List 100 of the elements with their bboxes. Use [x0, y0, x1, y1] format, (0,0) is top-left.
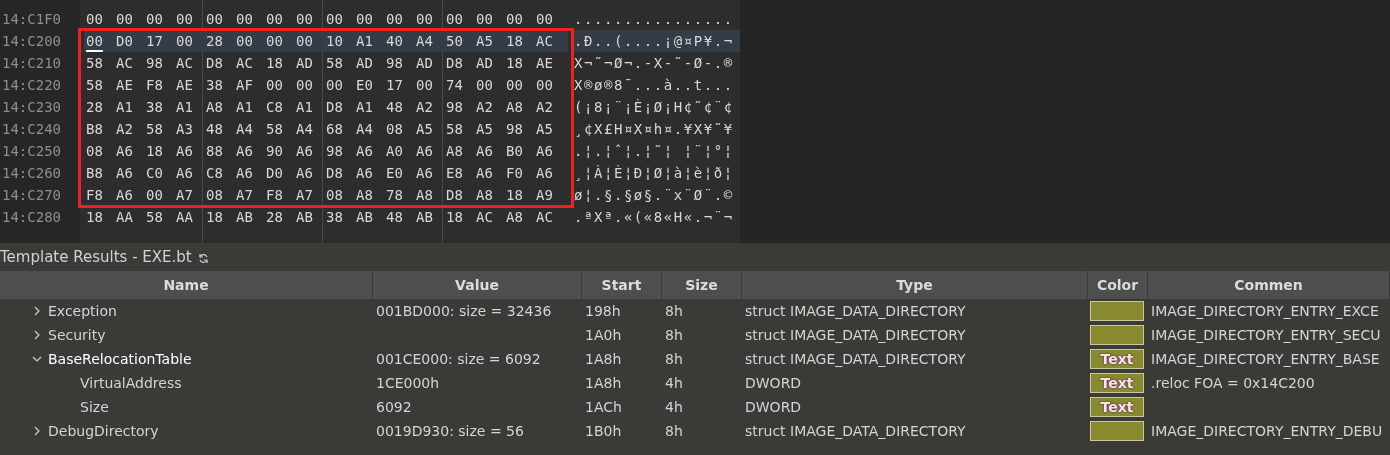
- column-header[interactable]: Type: [742, 271, 1088, 299]
- hex-byte[interactable]: 18: [144, 140, 174, 162]
- hex-byte[interactable]: AD: [354, 52, 384, 74]
- hex-byte[interactable]: 18: [204, 206, 234, 228]
- hex-byte[interactable]: A8: [444, 140, 474, 162]
- hex-byte[interactable]: 98: [504, 118, 534, 140]
- field-name[interactable]: BaseRelocationTable: [48, 351, 192, 367]
- refresh-icon[interactable]: [197, 252, 209, 264]
- hex-byte[interactable]: A6: [114, 140, 144, 162]
- hex-byte[interactable]: A0: [384, 140, 414, 162]
- hex-byte[interactable]: 38: [144, 96, 174, 118]
- hex-byte[interactable]: 58: [324, 52, 354, 74]
- hex-byte[interactable]: AC: [534, 206, 564, 228]
- hex-byte[interactable]: A6: [354, 162, 384, 184]
- hex-byte[interactable]: 98: [324, 140, 354, 162]
- hex-byte[interactable]: 00: [294, 8, 324, 30]
- ascii-text[interactable]: .¦.¦ˆ¦.¦˜¦ ¦¨¦°¦: [574, 143, 734, 159]
- chevron-down-icon[interactable]: [32, 354, 42, 364]
- hex-byte[interactable]: 00: [144, 184, 174, 206]
- hex-byte[interactable]: AA: [174, 206, 204, 228]
- chevron-right-icon[interactable]: [32, 306, 42, 316]
- hex-byte[interactable]: 58: [144, 118, 174, 140]
- field-name[interactable]: VirtualAddress: [80, 375, 182, 391]
- hex-byte[interactable]: 40: [384, 30, 414, 52]
- field-name[interactable]: Security: [48, 327, 106, 343]
- hex-byte[interactable]: 98: [144, 52, 174, 74]
- hex-byte[interactable]: A5: [534, 118, 564, 140]
- hex-byte[interactable]: 00: [84, 30, 114, 52]
- ascii-text[interactable]: ................: [574, 11, 734, 27]
- hex-byte[interactable]: 00: [534, 74, 564, 96]
- hex-byte[interactable]: 00: [114, 8, 144, 30]
- hex-byte[interactable]: D8: [324, 96, 354, 118]
- hex-byte[interactable]: 08: [384, 118, 414, 140]
- hex-byte[interactable]: 28: [84, 96, 114, 118]
- color-swatch[interactable]: [1090, 325, 1144, 345]
- hex-byte[interactable]: A1: [174, 96, 204, 118]
- hex-byte[interactable]: 58: [444, 118, 474, 140]
- hex-byte[interactable]: A4: [294, 118, 324, 140]
- color-swatch[interactable]: [1090, 301, 1144, 321]
- hex-byte[interactable]: A1: [354, 96, 384, 118]
- hex-byte[interactable]: 28: [264, 206, 294, 228]
- hex-byte[interactable]: 17: [384, 74, 414, 96]
- hex-byte[interactable]: 18: [504, 52, 534, 74]
- hex-byte[interactable]: A6: [294, 140, 324, 162]
- hex-byte[interactable]: 00: [264, 30, 294, 52]
- color-swatch[interactable]: [1090, 421, 1144, 441]
- hex-byte[interactable]: A4: [414, 30, 444, 52]
- hex-byte[interactable]: A6: [474, 162, 504, 184]
- hex-byte[interactable]: A1: [354, 30, 384, 52]
- hex-byte[interactable]: 00: [84, 8, 114, 30]
- hex-byte[interactable]: 58: [144, 206, 174, 228]
- hex-byte[interactable]: 00: [384, 8, 414, 30]
- column-header[interactable]: Commen: [1148, 271, 1390, 299]
- hex-byte[interactable]: A5: [474, 118, 504, 140]
- hex-byte[interactable]: 00: [144, 8, 174, 30]
- hex-byte[interactable]: A8: [414, 184, 444, 206]
- hex-byte[interactable]: 00: [264, 74, 294, 96]
- hex-byte[interactable]: 00: [534, 8, 564, 30]
- hex-byte[interactable]: AC: [534, 30, 564, 52]
- hex-byte[interactable]: 50: [444, 30, 474, 52]
- hex-byte[interactable]: 00: [354, 8, 384, 30]
- hex-byte[interactable]: 00: [174, 8, 204, 30]
- field-name[interactable]: Size: [80, 399, 109, 415]
- hex-byte[interactable]: AB: [354, 206, 384, 228]
- hex-byte[interactable]: AE: [534, 52, 564, 74]
- hex-byte[interactable]: B8: [84, 118, 114, 140]
- hex-byte[interactable]: D0: [114, 30, 144, 52]
- hex-byte[interactable]: AB: [294, 206, 324, 228]
- hex-byte[interactable]: A7: [294, 184, 324, 206]
- hex-byte[interactable]: C0: [144, 162, 174, 184]
- hex-byte[interactable]: A5: [474, 30, 504, 52]
- hex-byte[interactable]: A8: [354, 184, 384, 206]
- hex-byte[interactable]: 68: [324, 118, 354, 140]
- hex-byte[interactable]: 00: [444, 8, 474, 30]
- hex-byte[interactable]: B8: [84, 162, 114, 184]
- hex-byte[interactable]: 10: [324, 30, 354, 52]
- hex-byte[interactable]: 78: [384, 184, 414, 206]
- hex-byte[interactable]: A1: [234, 96, 264, 118]
- hex-byte[interactable]: 00: [324, 8, 354, 30]
- hex-byte[interactable]: A7: [234, 184, 264, 206]
- hex-byte[interactable]: 28: [204, 30, 234, 52]
- ascii-text[interactable]: (¡8¡¨¡È¡Ø¡H¢˜¢¨¢: [574, 99, 734, 115]
- hex-byte[interactable]: 88: [204, 140, 234, 162]
- hex-byte[interactable]: AD: [294, 52, 324, 74]
- hex-byte[interactable]: 48: [384, 206, 414, 228]
- hex-byte[interactable]: A8: [504, 96, 534, 118]
- column-header[interactable]: Color: [1088, 271, 1148, 299]
- hex-byte[interactable]: 00: [414, 8, 444, 30]
- hex-byte[interactable]: 98: [444, 96, 474, 118]
- hex-byte[interactable]: A4: [234, 118, 264, 140]
- hex-byte[interactable]: 00: [234, 8, 264, 30]
- hex-byte[interactable]: 00: [294, 30, 324, 52]
- hex-byte[interactable]: AE: [174, 74, 204, 96]
- hex-byte[interactable]: 00: [204, 8, 234, 30]
- field-name[interactable]: Exception: [48, 303, 117, 319]
- hex-byte[interactable]: AC: [174, 52, 204, 74]
- hex-byte[interactable]: 00: [504, 74, 534, 96]
- hex-byte[interactable]: 48: [384, 96, 414, 118]
- hex-byte[interactable]: 00: [474, 74, 504, 96]
- hex-byte[interactable]: 18: [504, 184, 534, 206]
